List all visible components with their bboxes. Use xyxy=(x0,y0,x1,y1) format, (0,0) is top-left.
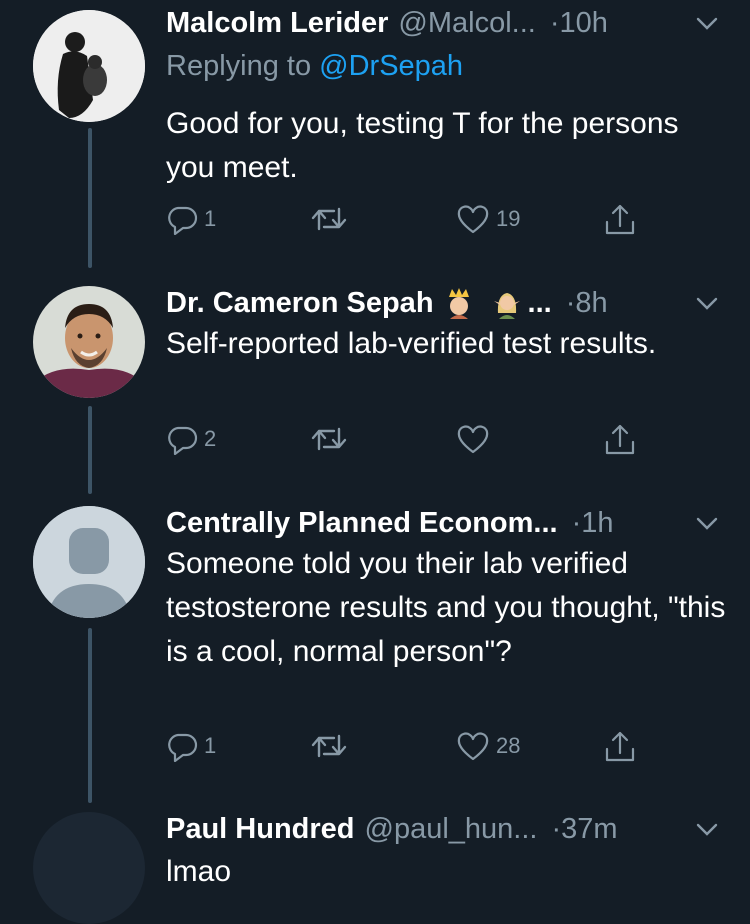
default-avatar-icon xyxy=(33,506,145,618)
author-name[interactable]: Paul Hundred xyxy=(166,813,355,846)
retweet-button[interactable] xyxy=(310,423,348,455)
retweet-icon xyxy=(311,734,347,758)
share-button[interactable] xyxy=(603,730,637,764)
tweet-header: Centrally Planned Econom... ·1h xyxy=(166,500,720,546)
elf-emoji xyxy=(492,287,522,319)
tweet[interactable]: Dr. Cameron Sepah ... ·8h Self-reported … xyxy=(0,280,750,500)
share-button[interactable] xyxy=(603,423,637,457)
retweet-icon xyxy=(311,427,347,451)
tweet-actions: 1 28 xyxy=(166,730,646,770)
avatar[interactable] xyxy=(33,812,145,924)
reply-count: 1 xyxy=(204,733,217,758)
retweet-icon xyxy=(311,207,347,231)
like-count: 19 xyxy=(496,206,521,231)
tweet-actions: 1 19 xyxy=(166,203,646,243)
retweet-button[interactable] xyxy=(310,730,348,762)
tweet-header: Dr. Cameron Sepah ... ·8h xyxy=(166,280,720,326)
name-ellipsis: ... xyxy=(527,286,552,319)
tweet[interactable]: Malcolm Lerider @Malcol... ·10h Replying… xyxy=(0,0,750,268)
share-button[interactable] xyxy=(603,203,637,237)
reply-button[interactable]: 1 xyxy=(166,203,216,235)
share-icon xyxy=(605,731,635,762)
like-icon xyxy=(457,732,489,761)
like-button[interactable] xyxy=(456,423,490,455)
tweet-actions: 2 xyxy=(166,423,646,463)
replying-to: Replying to @DrSepah xyxy=(166,50,463,83)
author-name[interactable]: Centrally Planned Econom... xyxy=(166,507,558,540)
chevron-down-icon[interactable] xyxy=(694,816,720,842)
tweet[interactable]: Centrally Planned Econom... ·1h Someone … xyxy=(0,500,750,805)
tweet-text: lmao xyxy=(166,855,232,888)
chevron-down-icon[interactable] xyxy=(694,510,720,536)
like-button[interactable]: 28 xyxy=(456,730,520,762)
tweet[interactable]: Paul Hundred @paul_hun... ·37m lmao xyxy=(0,806,750,924)
timestamp[interactable]: ·8h xyxy=(566,287,608,320)
retweet-button[interactable] xyxy=(310,203,348,235)
reply-icon xyxy=(168,733,198,762)
reply-count: 1 xyxy=(204,206,217,231)
tweet-text: Someone told you their lab verified test… xyxy=(166,547,726,668)
like-icon xyxy=(457,205,489,234)
avatar[interactable] xyxy=(33,10,145,122)
author-name[interactable]: Malcolm Lerider xyxy=(166,7,388,40)
tweet-text: Good for you, testing T for the persons … xyxy=(166,107,679,184)
reply-button[interactable]: 2 xyxy=(166,423,216,455)
reply-icon xyxy=(168,426,198,455)
share-icon xyxy=(605,424,635,455)
like-count: 28 xyxy=(496,733,521,758)
avatar[interactable] xyxy=(33,286,145,398)
tweet-header: Paul Hundred @paul_hun... ·37m xyxy=(166,806,720,852)
replying-to-label: Replying to xyxy=(166,50,320,82)
reply-count: 2 xyxy=(204,426,217,451)
reply-icon xyxy=(168,206,198,235)
mention-link[interactable]: @DrSepah xyxy=(319,50,463,82)
like-icon xyxy=(457,425,489,454)
avatar[interactable] xyxy=(33,506,145,618)
timestamp[interactable]: ·1h xyxy=(572,507,614,540)
timestamp[interactable]: ·10h xyxy=(550,7,608,40)
reply-button[interactable]: 1 xyxy=(166,730,216,762)
share-icon xyxy=(605,204,635,235)
tweet-header: Malcolm Lerider @Malcol... ·10h xyxy=(166,0,720,46)
crown-emoji xyxy=(444,287,474,319)
author-name[interactable]: Dr. Cameron Sepah xyxy=(166,287,434,320)
author-handle[interactable]: @Malcol... xyxy=(398,7,535,40)
tweet-text: Self-reported lab-verified test results. xyxy=(166,327,657,360)
like-button[interactable]: 19 xyxy=(456,203,520,235)
chevron-down-icon[interactable] xyxy=(694,290,720,316)
author-handle[interactable]: @paul_hun... xyxy=(365,813,538,846)
timestamp[interactable]: ·37m xyxy=(551,813,617,846)
chevron-down-icon[interactable] xyxy=(694,10,720,36)
